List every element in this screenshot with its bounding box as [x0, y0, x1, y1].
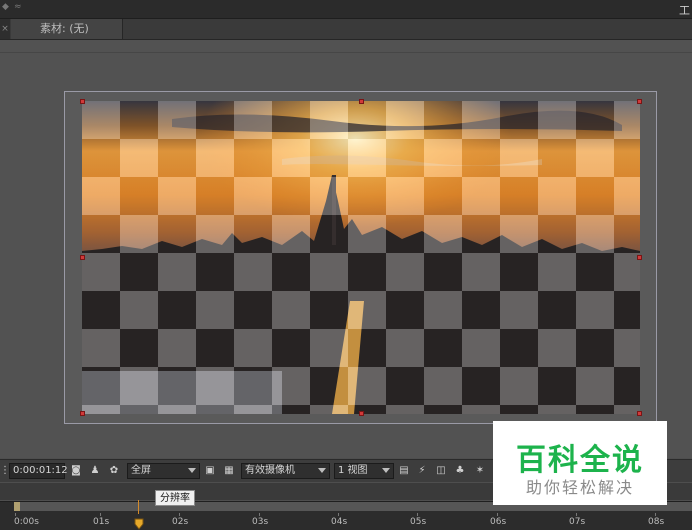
- playhead-marker-icon[interactable]: [134, 518, 144, 530]
- ruler-tick: [417, 513, 418, 516]
- ruler-tick: [259, 513, 260, 516]
- city-sunset-image: [82, 101, 640, 414]
- panel-lock-icon[interactable]: ◆: [2, 2, 12, 12]
- ruler-label-4: 04s: [331, 517, 348, 527]
- handle-top-left[interactable]: [80, 99, 85, 104]
- handle-top-center[interactable]: [359, 99, 364, 104]
- resolution-tooltip: 分辨率: [155, 490, 195, 506]
- fast-previews-icon[interactable]: ⚡: [415, 463, 429, 479]
- region-of-interest-icon[interactable]: ▣: [203, 463, 217, 479]
- ruler-tick: [655, 513, 656, 516]
- handle-bottom-left[interactable]: [80, 411, 85, 416]
- time-ruler[interactable]: 0:00s 01s 02s 03s 04s 05s 06s 07s 08s: [0, 500, 692, 530]
- resolution-dropdown[interactable]: 全屏: [127, 463, 200, 479]
- toggle-pixel-aspect-icon[interactable]: ▤: [397, 463, 411, 479]
- viewer-divider: [0, 52, 692, 53]
- chevron-down-icon: [382, 468, 390, 473]
- ruler-tick: [100, 513, 101, 516]
- checkerboard-city-layer[interactable]: [82, 101, 640, 414]
- ruler-label-1: 01s: [93, 517, 110, 527]
- ruler-tick: [497, 513, 498, 516]
- resolution-value: 全屏: [131, 465, 151, 476]
- tab-footage[interactable]: 素材: (无): [11, 19, 123, 39]
- current-time-indicator-line: [138, 500, 139, 514]
- show-snapshot-icon[interactable]: ♟: [88, 463, 102, 479]
- ruler-tick: [179, 513, 180, 516]
- ruler-label-8: 08s: [648, 517, 665, 527]
- ruler-tick: [338, 513, 339, 516]
- timecode-display[interactable]: 0:00:01:12: [9, 463, 68, 479]
- ruler-label-6: 06s: [490, 517, 507, 527]
- view-layout-dropdown[interactable]: 1 视图: [334, 463, 394, 479]
- toolbar-grip-icon[interactable]: ⋮: [0, 463, 10, 479]
- panel-menu-icon[interactable]: ≈: [14, 2, 24, 12]
- ruler-label-0: 0:00s: [14, 517, 39, 527]
- close-tab-icon[interactable]: ×: [0, 19, 10, 39]
- ruler-label-7: 07s: [569, 517, 586, 527]
- chevron-down-icon: [318, 468, 326, 473]
- timeline-icon[interactable]: ◫: [434, 463, 448, 479]
- watermark-logo: 百科全说 助你轻松解决: [493, 421, 667, 505]
- ruler-label-5: 05s: [410, 517, 427, 527]
- handle-top-right[interactable]: [637, 99, 642, 104]
- ruler-label-3: 03s: [252, 517, 269, 527]
- watermark-slogan: 助你轻松解决: [525, 478, 634, 497]
- handle-middle-left[interactable]: [80, 255, 85, 260]
- work-area-start-handle[interactable]: [14, 502, 20, 511]
- snapshot-camera-icon[interactable]: ◙: [69, 463, 83, 479]
- chevron-down-icon: [188, 468, 196, 473]
- exposure-icon[interactable]: ✶: [473, 463, 487, 479]
- ruler-label-2: 02s: [172, 517, 189, 527]
- transparency-grid-icon[interactable]: ▦: [222, 463, 236, 479]
- watermark-brand: 百科全说: [516, 443, 644, 478]
- handle-bottom-right[interactable]: [637, 411, 642, 416]
- color-channels-icon[interactable]: ✿: [107, 463, 121, 479]
- view-layout-value: 1 视图: [338, 465, 368, 476]
- flowchart-icon[interactable]: ♣: [453, 463, 467, 479]
- title-bar: ◆ ≈ 工: [0, 0, 692, 19]
- window-title-fragment: 工: [679, 4, 690, 17]
- camera-value: 有效摄像机: [245, 465, 295, 476]
- ruler-tick: [15, 513, 16, 516]
- handle-bottom-center[interactable]: [359, 411, 364, 416]
- camera-dropdown[interactable]: 有效摄像机: [241, 463, 330, 479]
- handle-middle-right[interactable]: [637, 255, 642, 260]
- ruler-tick: [576, 513, 577, 516]
- panel-tab-bar: × 素材: (无): [0, 19, 692, 40]
